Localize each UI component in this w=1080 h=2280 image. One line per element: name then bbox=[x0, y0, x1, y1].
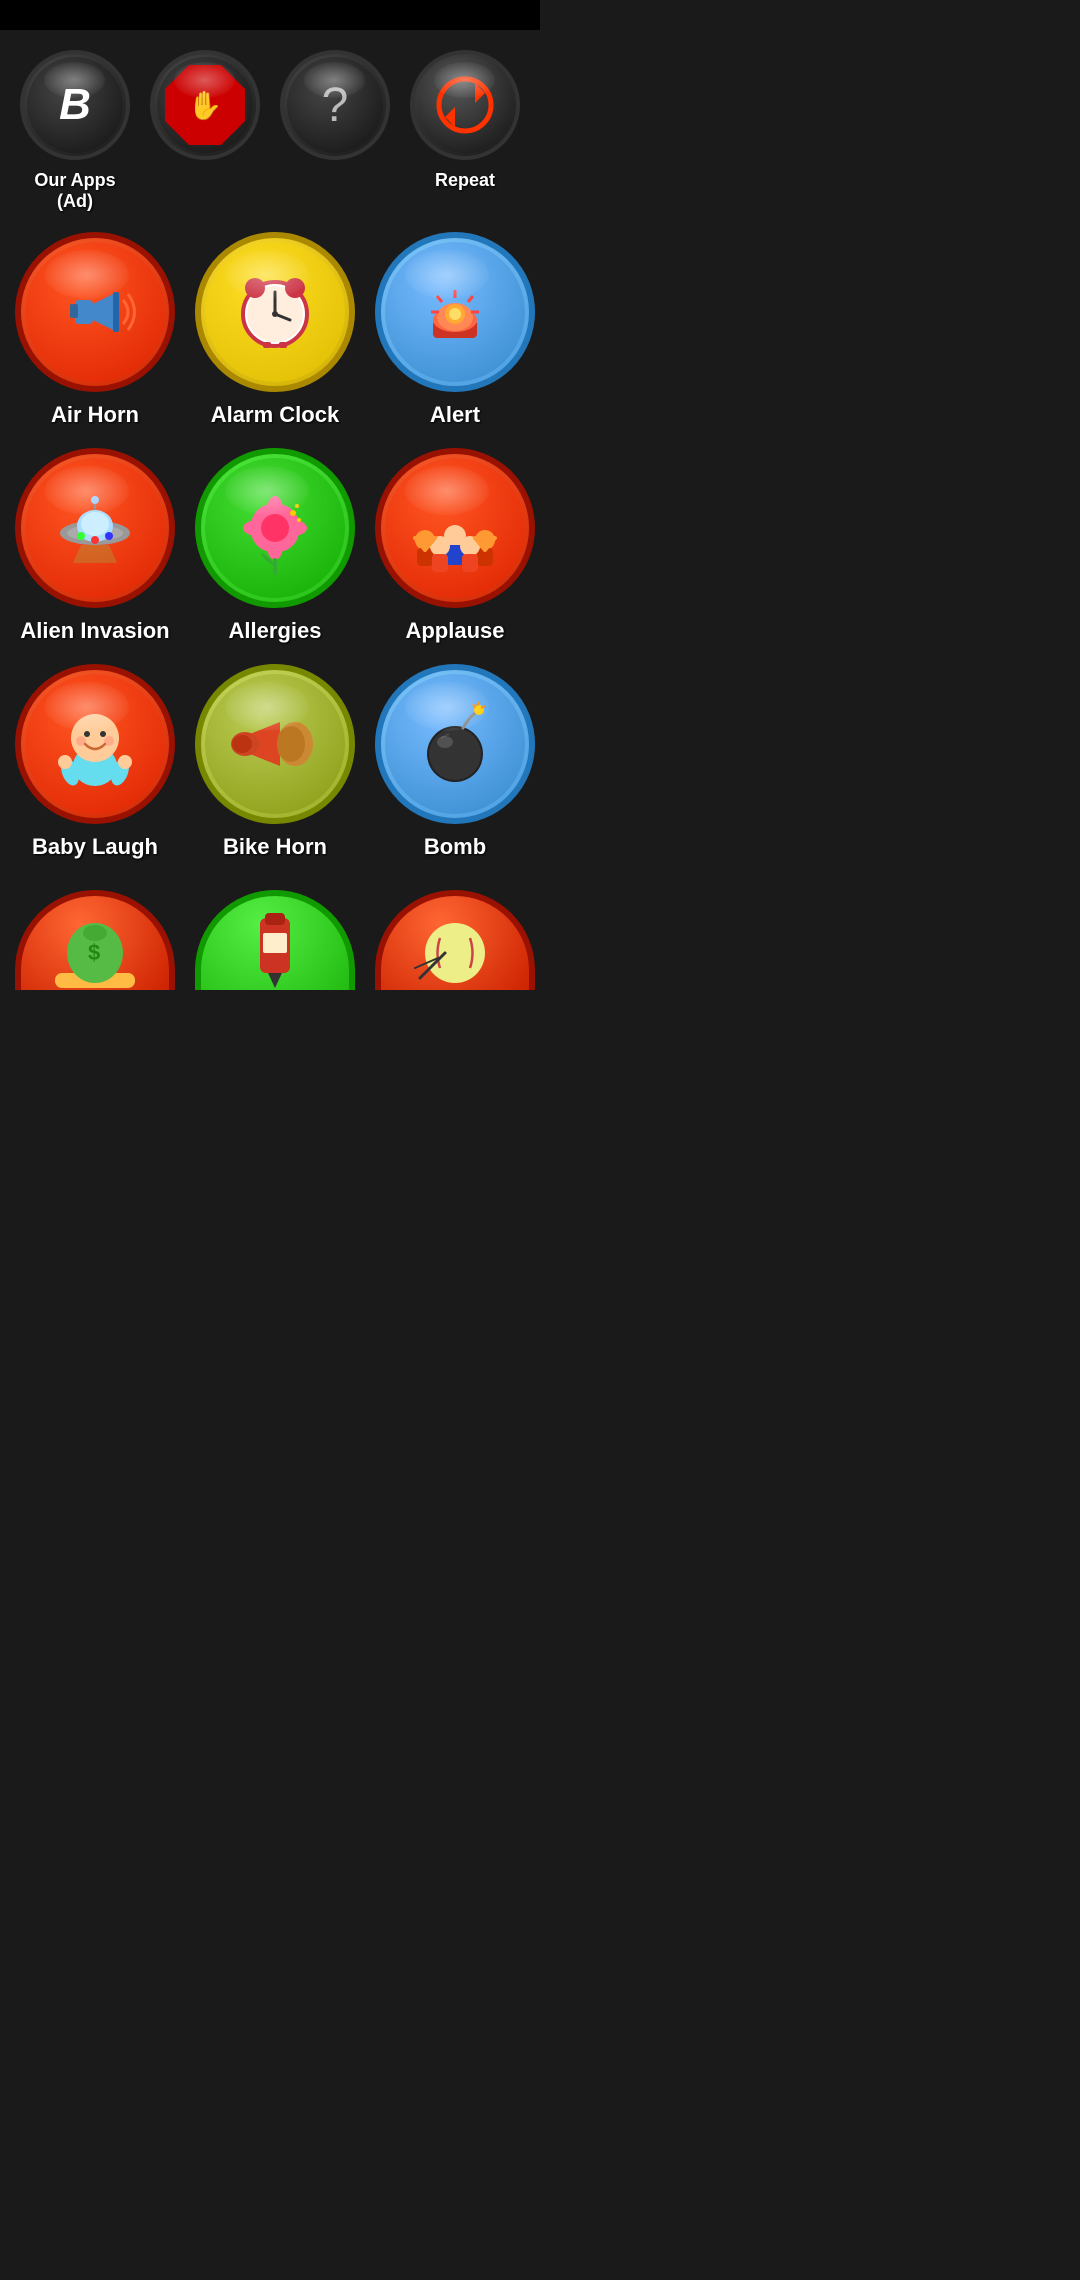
baby-laugh-icon bbox=[45, 694, 145, 794]
bike-horn-icon bbox=[225, 694, 325, 794]
applause-label: Applause bbox=[405, 618, 504, 644]
repeat-label: Repeat bbox=[435, 170, 495, 191]
marker-button[interactable] bbox=[195, 890, 355, 990]
stop-button[interactable]: ✋ bbox=[150, 50, 260, 212]
alert-label: Alert bbox=[430, 402, 480, 428]
bike-horn-button[interactable]: Bike Horn bbox=[195, 664, 355, 860]
bike-horn-label: Bike Horn bbox=[223, 834, 327, 860]
baby-laugh-label: Baby Laugh bbox=[32, 834, 158, 860]
marker-icon bbox=[230, 908, 320, 990]
baseball-button[interactable] bbox=[375, 890, 535, 990]
alert-icon bbox=[405, 262, 505, 362]
allergies-icon bbox=[225, 478, 325, 578]
baseball-icon bbox=[410, 908, 500, 990]
alien-invasion-icon bbox=[45, 478, 145, 578]
applause-button[interactable]: Applause bbox=[375, 448, 535, 644]
svg-text:$: $ bbox=[88, 940, 100, 965]
bomb-label: Bomb bbox=[424, 834, 486, 860]
repeat-button[interactable]: Repeat bbox=[410, 50, 520, 212]
alarm-clock-label: Alarm Clock bbox=[211, 402, 339, 428]
our-apps-label: Our Apps (Ad) bbox=[34, 170, 115, 212]
applause-icon bbox=[405, 478, 505, 578]
question-button[interactable]: ? bbox=[280, 50, 390, 212]
baby-laugh-button[interactable]: Baby Laugh bbox=[15, 664, 175, 860]
top-bar bbox=[0, 0, 540, 30]
alert-button[interactable]: Alert bbox=[375, 232, 535, 428]
repeat-icon bbox=[435, 75, 495, 135]
stop-sign-icon: ✋ bbox=[165, 65, 245, 145]
air-horn-label: Air Horn bbox=[51, 402, 139, 428]
alarm-clock-icon bbox=[225, 262, 325, 362]
bomb-button[interactable]: Bomb bbox=[375, 664, 535, 860]
our-apps-button[interactable]: B Our Apps (Ad) bbox=[20, 50, 130, 212]
alarm-clock-button[interactable]: Alarm Clock bbox=[195, 232, 355, 428]
alien-invasion-label: Alien Invasion bbox=[20, 618, 169, 644]
air-horn-icon bbox=[45, 262, 145, 362]
money-bag-button[interactable]: $ bbox=[15, 890, 175, 990]
money-bag-icon: $ bbox=[50, 908, 140, 990]
alien-invasion-button[interactable]: Alien Invasion bbox=[15, 448, 175, 644]
allergies-label: Allergies bbox=[229, 618, 322, 644]
bomb-icon bbox=[405, 694, 505, 794]
allergies-button[interactable]: Allergies bbox=[195, 448, 355, 644]
air-horn-button[interactable]: Air Horn bbox=[15, 232, 175, 428]
